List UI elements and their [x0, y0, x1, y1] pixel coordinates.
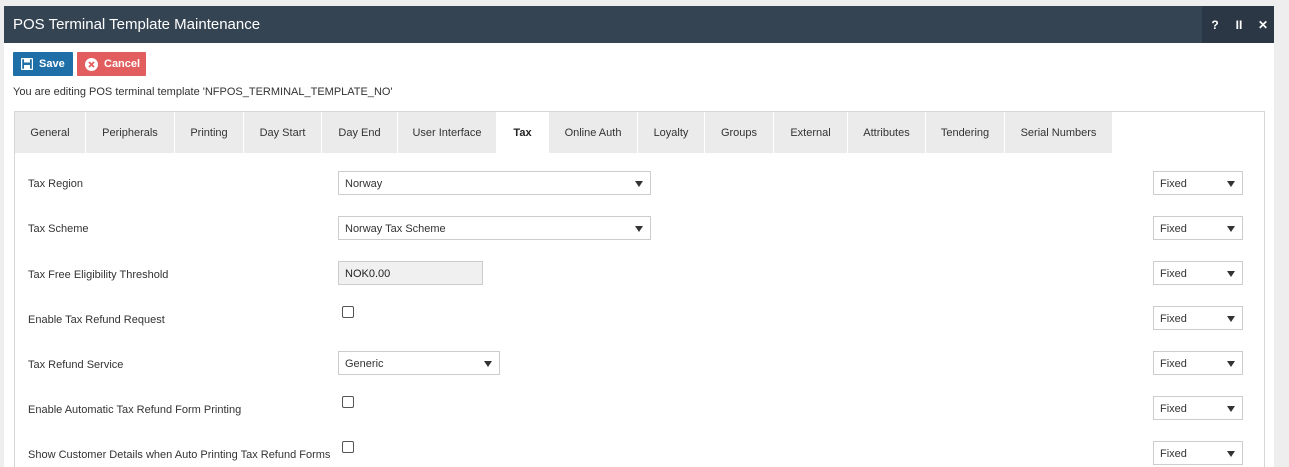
tab-external[interactable]: External	[774, 112, 848, 153]
settings-panel: General Peripherals Printing Day Start D…	[14, 111, 1265, 467]
show-customer-details-mode-select[interactable]: Fixed	[1153, 441, 1243, 465]
enable-auto-refund-printing-mode-value: Fixed	[1160, 403, 1187, 415]
tax-region-row: Tax Region Norway Fixed	[15, 169, 1264, 199]
enable-tax-refund-request-mode-select[interactable]: Fixed	[1153, 306, 1243, 330]
save-button-label: Save	[39, 58, 65, 70]
tab-bar: General Peripherals Printing Day Start D…	[15, 112, 1264, 153]
title-bar: POS Terminal Template Maintenance ? II ✕	[4, 6, 1274, 43]
tax-free-threshold-mode-value: Fixed	[1160, 268, 1187, 280]
tax-scheme-select[interactable]: Norway Tax Scheme	[338, 216, 651, 240]
enable-tax-refund-request-row: Enable Tax Refund Request Fixed	[15, 305, 1264, 335]
tax-region-label: Tax Region	[28, 178, 84, 190]
tab-serial-numbers[interactable]: Serial Numbers	[1005, 112, 1113, 153]
tax-scheme-label: Tax Scheme	[28, 223, 89, 235]
chevron-down-icon	[635, 226, 643, 232]
tab-tendering[interactable]: Tendering	[926, 112, 1005, 153]
tab-printing[interactable]: Printing	[175, 112, 244, 153]
help-icon[interactable]: ?	[1210, 18, 1220, 32]
editing-notice: You are editing POS terminal template 'N…	[13, 86, 393, 98]
tab-online-auth[interactable]: Online Auth	[549, 112, 638, 153]
tax-free-threshold-row: Tax Free Eligibility Threshold NOK0.00 F…	[15, 260, 1264, 290]
tax-scheme-mode-value: Fixed	[1160, 223, 1187, 235]
save-button[interactable]: Save	[13, 52, 73, 76]
chevron-down-icon	[1227, 226, 1235, 232]
show-customer-details-label: Show Customer Details when Auto Printing…	[28, 449, 331, 461]
cancel-icon	[85, 57, 98, 71]
window-controls: ? II ✕	[1202, 6, 1274, 43]
enable-tax-refund-request-checkbox[interactable]	[342, 306, 354, 318]
pause-icon[interactable]: II	[1234, 18, 1244, 32]
toolbar: Save Cancel	[13, 52, 146, 76]
save-icon	[21, 58, 33, 70]
tax-refund-service-row: Tax Refund Service Generic Fixed	[15, 350, 1264, 380]
tax-region-mode-select[interactable]: Fixed	[1153, 171, 1243, 195]
enable-tax-refund-request-mode-value: Fixed	[1160, 313, 1187, 325]
chevron-down-icon	[635, 181, 643, 187]
tax-refund-service-label: Tax Refund Service	[28, 359, 124, 371]
cancel-button-label: Cancel	[104, 58, 141, 70]
tax-refund-service-select[interactable]: Generic	[338, 351, 500, 375]
tax-scheme-mode-select[interactable]: Fixed	[1153, 216, 1243, 240]
tab-day-end[interactable]: Day End	[322, 112, 398, 153]
show-customer-details-checkbox[interactable]	[342, 441, 354, 453]
chevron-down-icon	[1227, 451, 1235, 457]
tax-scheme-value: Norway Tax Scheme	[345, 223, 446, 235]
chevron-down-icon	[1227, 361, 1235, 367]
show-customer-details-row: Show Customer Details when Auto Printing…	[15, 440, 1264, 467]
chevron-down-icon	[1227, 316, 1235, 322]
tax-region-value: Norway	[345, 178, 383, 190]
enable-auto-refund-printing-checkbox[interactable]	[342, 396, 354, 408]
show-customer-details-mode-value: Fixed	[1160, 448, 1187, 460]
chevron-down-icon	[484, 361, 492, 367]
tab-day-start[interactable]: Day Start	[244, 112, 322, 153]
tax-region-mode-value: Fixed	[1160, 178, 1187, 190]
tax-refund-service-mode-value: Fixed	[1160, 358, 1187, 370]
enable-tax-refund-request-label: Enable Tax Refund Request	[28, 314, 165, 326]
tab-tax[interactable]: Tax	[497, 112, 549, 153]
tax-free-threshold-mode-select[interactable]: Fixed	[1153, 261, 1243, 285]
tab-general[interactable]: General	[15, 112, 86, 153]
chevron-down-icon	[1227, 406, 1235, 412]
cancel-button[interactable]: Cancel	[77, 52, 146, 76]
tax-free-threshold-label: Tax Free Eligibility Threshold	[28, 269, 169, 281]
maintenance-window: POS Terminal Template Maintenance ? II ✕…	[4, 6, 1274, 467]
tab-peripherals[interactable]: Peripherals	[86, 112, 175, 153]
tab-user-interface[interactable]: User Interface	[398, 112, 497, 153]
enable-auto-refund-printing-mode-select[interactable]: Fixed	[1153, 396, 1243, 420]
tax-scheme-row: Tax Scheme Norway Tax Scheme Fixed	[15, 214, 1264, 244]
tab-loyalty[interactable]: Loyalty	[638, 112, 705, 153]
tax-free-threshold-input[interactable]: NOK0.00	[338, 261, 483, 285]
enable-auto-refund-printing-label: Enable Automatic Tax Refund Form Printin…	[28, 404, 242, 416]
tab-attributes[interactable]: Attributes	[848, 112, 926, 153]
chevron-down-icon	[1227, 181, 1235, 187]
window-title: POS Terminal Template Maintenance	[13, 16, 261, 33]
tax-region-select[interactable]: Norway	[338, 171, 651, 195]
close-icon[interactable]: ✕	[1258, 18, 1268, 32]
tax-refund-service-mode-select[interactable]: Fixed	[1153, 351, 1243, 375]
tax-refund-service-value: Generic	[345, 358, 384, 370]
tab-groups[interactable]: Groups	[705, 112, 774, 153]
enable-auto-refund-printing-row: Enable Automatic Tax Refund Form Printin…	[15, 395, 1264, 425]
chevron-down-icon	[1227, 271, 1235, 277]
